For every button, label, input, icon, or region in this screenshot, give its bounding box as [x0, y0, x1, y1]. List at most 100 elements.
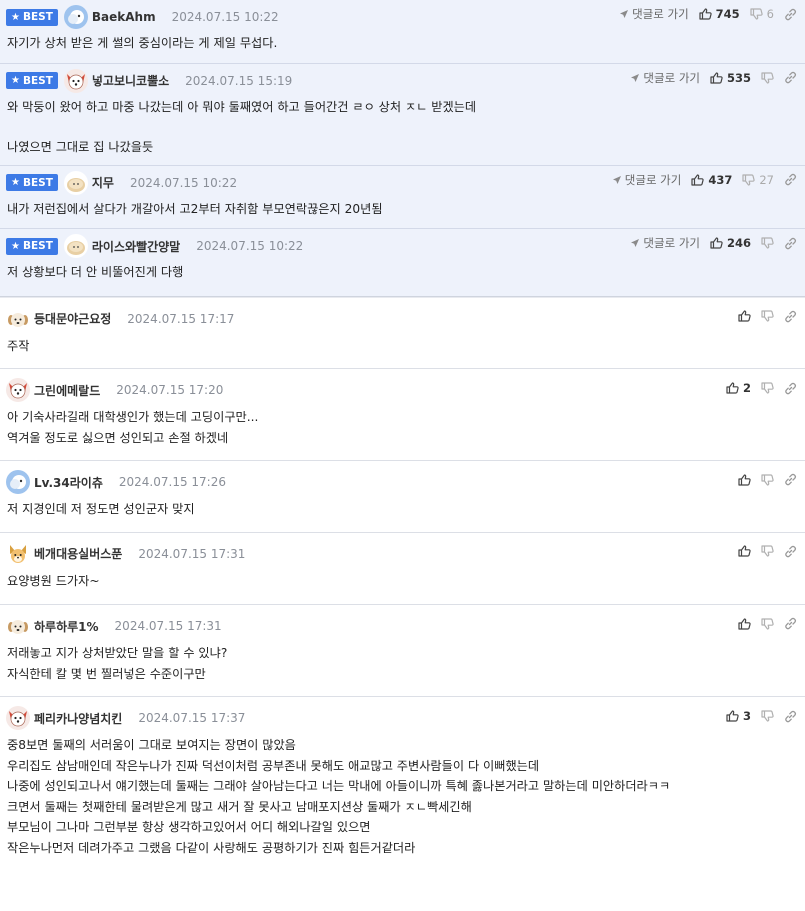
avatar[interactable]	[63, 68, 88, 93]
best-badge: ★ BEST	[6, 72, 58, 89]
nickname[interactable]: 라이스와빨간양말	[92, 238, 180, 255]
thumbs-down-icon	[750, 8, 763, 20]
star-icon: ★	[11, 11, 20, 23]
comment-line: 와 막둥이 왔어 하고 마중 나갔는데 아 뭐야 둘째였어 하고 들어간건 ㄹㅇ…	[7, 99, 477, 114]
comment-actions	[738, 617, 797, 630]
avatar[interactable]	[6, 470, 30, 494]
thumbs-up-icon	[726, 710, 739, 722]
comment-line: 크면서 둘째는 첫째한테 물려받은게 많고 새거 잘 못사고 남매포지션상 둘째…	[7, 799, 472, 814]
upvote-button[interactable]: 437	[691, 173, 732, 187]
downvote-button[interactable]	[761, 71, 774, 84]
link-icon[interactable]	[784, 310, 797, 323]
comment-header: 베개대용실버스푼 2024.07.15 17:31	[6, 541, 795, 566]
link-icon[interactable]	[784, 8, 797, 21]
go-to-reply-link[interactable]: 댓글로 가기	[612, 172, 682, 188]
upvote-button[interactable]	[738, 617, 751, 630]
thumbs-down-icon	[761, 473, 774, 486]
link-icon[interactable]	[784, 545, 797, 558]
reply-arrow-icon	[619, 9, 629, 19]
nickname[interactable]: 페리카나양념치킨	[34, 710, 122, 727]
avatar[interactable]	[63, 170, 88, 195]
comment-header: Lv.34라이츄 2024.07.15 17:26	[6, 470, 795, 494]
nickname[interactable]: BaekAhm	[92, 10, 156, 24]
upvote-button[interactable]: 3	[726, 709, 751, 723]
comment-actions	[738, 545, 797, 558]
link-icon[interactable]	[784, 173, 797, 186]
downvote-button[interactable]: 6	[750, 7, 774, 21]
upvote-button[interactable]	[738, 310, 751, 322]
link-icon[interactable]	[784, 710, 797, 723]
comment-text: 아 기숙사라길래 대학생인가 했는데 고딩이구만... 역겨울 정도로 싫으면 성…	[6, 407, 795, 448]
link-icon[interactable]	[784, 382, 797, 395]
comment-line: 자기가 상처 받은 게 썰의 중심이라는 게 제일 무섭다.	[7, 36, 278, 50]
downvote-button[interactable]	[761, 473, 774, 486]
reply-arrow-icon	[630, 73, 640, 83]
comment-date: 2024.07.15 15:19	[185, 73, 293, 88]
upvote-button[interactable]	[738, 473, 751, 486]
upvote-button[interactable]: 745	[699, 7, 740, 21]
best-comment: ★ BEST 지무 2024.07.15 10:22 댓글로 가기 437 27 내가 저런집…	[0, 166, 805, 229]
avatar[interactable]	[6, 706, 30, 730]
comment-header: 그린에메랄드 2024.07.15 17:20	[6, 378, 795, 402]
comment-line	[7, 117, 795, 137]
comment-line: 나였으면 그대로 집 나갔을듯	[7, 140, 154, 154]
upvote-count: 745	[715, 7, 740, 21]
avatar[interactable]	[6, 614, 30, 638]
upvote-button[interactable]: 246	[710, 236, 751, 250]
thumbs-up-icon	[699, 8, 712, 20]
link-icon[interactable]	[784, 617, 797, 630]
comment-text: 요양병원 드가자~	[6, 571, 795, 592]
downvote-button[interactable]	[761, 382, 774, 394]
thumbs-up-icon	[738, 545, 751, 557]
nickname[interactable]: 하루하루1%	[34, 618, 99, 635]
comment-header: 페리카나양념치킨 2024.07.15 17:37	[6, 706, 795, 730]
upvote-button[interactable]: 535	[710, 71, 751, 85]
avatar[interactable]	[6, 306, 30, 331]
upvote-count: 437	[708, 172, 733, 187]
downvote-button[interactable]	[761, 310, 774, 322]
thumbs-up-icon	[726, 382, 739, 394]
link-icon[interactable]	[784, 71, 797, 84]
comment-date: 2024.07.15 17:26	[118, 475, 226, 489]
comment-line: 저 상황보다 더 안 비뚤어진게 다행	[7, 265, 184, 279]
downvote-count: 6	[766, 7, 774, 21]
nickname[interactable]: 베개대용실버스푼	[34, 545, 122, 562]
reply-label: 댓글로 가기	[643, 236, 700, 250]
nickname[interactable]: Lv.34라이츄	[34, 474, 103, 491]
comment-line: 저래놓고 지가 상처받았단 말을 할 수 있냐?	[7, 646, 228, 660]
downvote-button[interactable]	[761, 237, 774, 249]
reply-label: 댓글로 가기	[624, 172, 682, 187]
upvote-button[interactable]: 2	[726, 381, 751, 395]
upvote-button[interactable]	[738, 545, 751, 557]
nickname[interactable]: 지무	[92, 174, 114, 191]
link-icon[interactable]	[784, 237, 797, 250]
downvote-button[interactable]: 27	[742, 173, 774, 187]
avatar[interactable]	[6, 378, 30, 402]
go-to-reply-link[interactable]: 댓글로 가기	[630, 235, 700, 251]
nickname[interactable]: 넣고보니코뿔소	[92, 72, 169, 89]
best-comments-section: ★ BEST BaekAhm 2024.07.15 10:22 댓글로 가기 745 6 자기…	[0, 0, 805, 296]
comment-line: 저 지경인데 저 정도면 성인군자 맞지	[7, 502, 195, 516]
thumbs-up-icon	[738, 310, 751, 322]
link-icon[interactable]	[784, 473, 797, 486]
comment-actions: 댓글로 가기 246	[630, 235, 797, 251]
best-badge: ★ BEST	[6, 174, 58, 191]
avatar[interactable]	[63, 234, 88, 258]
comment-text: 자기가 상처 받은 게 썰의 중심이라는 게 제일 무섭다.	[6, 33, 795, 54]
comment-text: 와 막둥이 왔어 하고 마중 나갔는데 아 뭐야 둘째였어 하고 들어간건 ㄹㅇ…	[6, 97, 795, 158]
downvote-button[interactable]	[761, 617, 774, 630]
avatar[interactable]	[6, 541, 30, 566]
thumbs-up-icon	[710, 71, 723, 84]
avatar[interactable]	[63, 5, 88, 29]
upvote-count: 3	[742, 709, 751, 723]
go-to-reply-link[interactable]: 댓글로 가기	[630, 70, 700, 86]
go-to-reply-link[interactable]: 댓글로 가기	[619, 6, 689, 22]
reply-label: 댓글로 가기	[643, 70, 700, 85]
thumbs-down-icon	[761, 310, 774, 322]
best-comment: ★ BEST 넣고보니코뿔소 2024.07.15 15:19 댓글로 가기 535 와 막…	[0, 64, 805, 166]
nickname[interactable]: 그린에메랄드	[34, 382, 100, 399]
comment: 등대문야근요정 2024.07.15 17:17 주작	[0, 298, 805, 369]
downvote-button[interactable]	[761, 545, 774, 557]
nickname[interactable]: 등대문야근요정	[34, 310, 111, 327]
downvote-button[interactable]	[761, 710, 774, 722]
